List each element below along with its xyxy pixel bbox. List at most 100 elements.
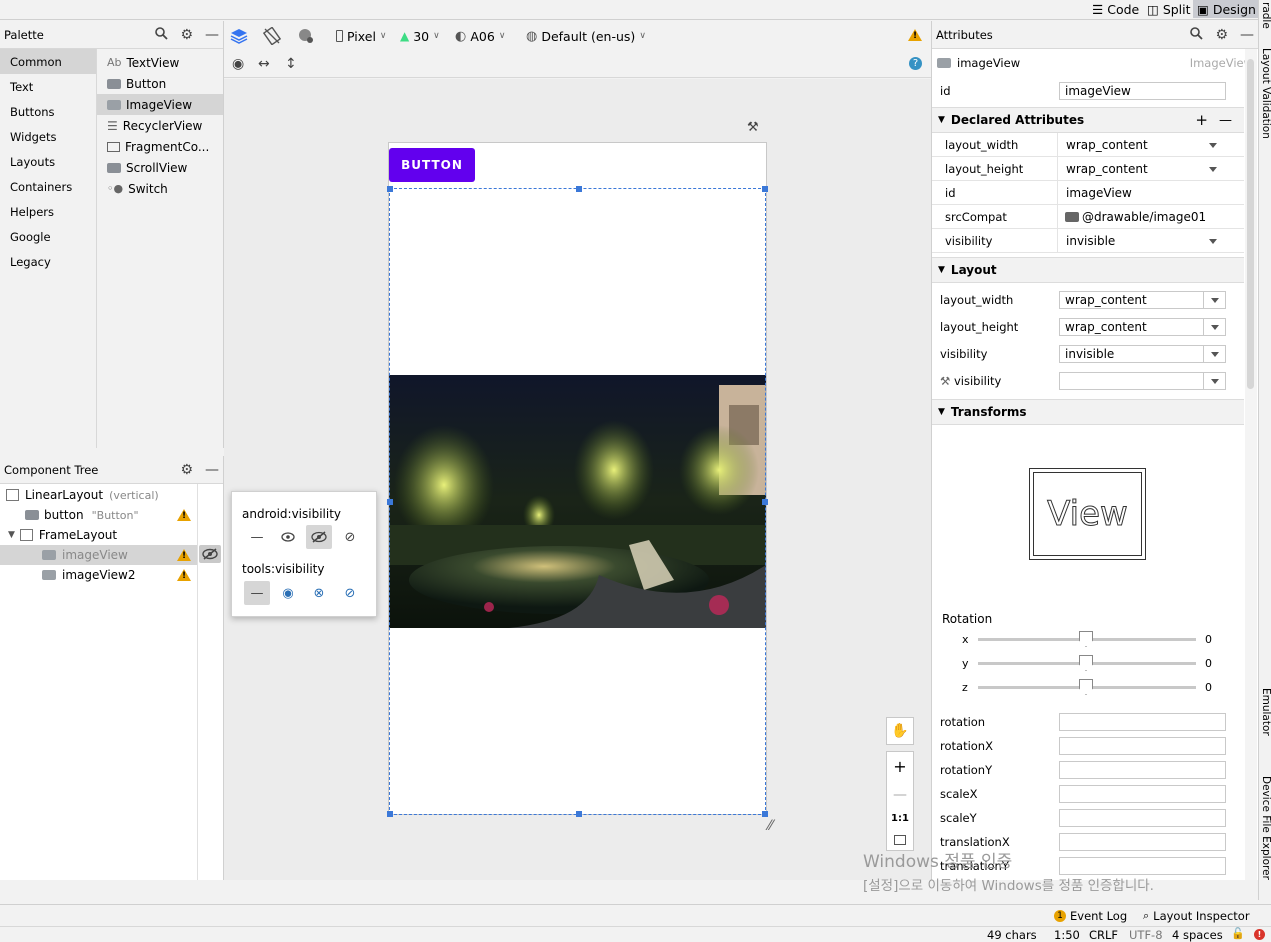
design-canvas[interactable]: ⚒ BUTTON ⁄⁄ ✋ + — 1:1	[224, 79, 931, 880]
palette-item-button[interactable]: Button	[97, 73, 223, 94]
palette-item-recyclerview[interactable]: ☰ RecyclerView	[97, 115, 223, 136]
dropdown-icon[interactable]	[1203, 319, 1225, 335]
tools-visibility-gone-button[interactable]: ⊘	[337, 581, 363, 605]
gear-icon[interactable]: ⚙	[180, 27, 193, 43]
slider-thumb[interactable]	[1079, 655, 1093, 671]
tree-node-framelayout[interactable]: ▼ FrameLayout	[0, 525, 197, 545]
remove-icon[interactable]: —	[1219, 113, 1232, 128]
tools-visibility-none-button[interactable]: —	[244, 581, 270, 605]
expand-horizontal-icon[interactable]: ↔	[258, 55, 270, 73]
device-file-explorer-tab[interactable]: Device File Explorer	[1260, 776, 1271, 880]
resize-handle[interactable]	[762, 499, 768, 505]
zoom-in-icon[interactable]: +	[893, 757, 906, 776]
search-icon[interactable]	[1190, 26, 1204, 43]
visibility-gone-button[interactable]: ⊘	[337, 525, 363, 549]
palette-item-textview[interactable]: Ab TextView	[97, 52, 223, 73]
api-level-selector[interactable]: ▲ 30 ∨	[400, 27, 440, 45]
resize-handle[interactable]	[576, 811, 582, 817]
transforms-section-header[interactable]: ▼ Transforms	[932, 399, 1244, 425]
slider-thumb[interactable]	[1079, 679, 1093, 695]
palette-category-widgets[interactable]: Widgets	[0, 124, 96, 149]
palette-category-buttons[interactable]: Buttons	[0, 99, 96, 124]
layers-icon[interactable]	[230, 27, 248, 45]
palette-item-switch[interactable]: ◦● Switch	[97, 178, 223, 199]
preview-button[interactable]: BUTTON	[389, 148, 475, 182]
emulator-tab[interactable]: Emulator	[1260, 688, 1271, 736]
tools-visibility-invisible-button[interactable]: ⊗	[306, 581, 332, 605]
file-encoding[interactable]: UTF-8	[1129, 928, 1163, 942]
line-ending[interactable]: CRLF	[1089, 928, 1118, 942]
palette-item-imageview[interactable]: ImageView	[97, 94, 223, 115]
attr-value[interactable]: wrap_content	[1066, 162, 1148, 176]
event-log-button[interactable]: 1 Event Log	[1054, 909, 1127, 923]
visibility-none-button[interactable]: —	[244, 525, 270, 549]
declared-row[interactable]: layout_width wrap_content	[932, 133, 1244, 157]
declared-attributes-header[interactable]: ▼ Declared Attributes + —	[932, 107, 1244, 133]
palette-category-text[interactable]: Text	[0, 74, 96, 99]
palette-category-legacy[interactable]: Legacy	[0, 249, 96, 274]
tree-node-linearlayout[interactable]: LinearLayout (vertical)	[0, 485, 197, 505]
resize-handle[interactable]	[762, 186, 768, 192]
declared-row[interactable]: layout_height wrap_content	[932, 157, 1244, 181]
palette-category-containers[interactable]: Containers	[0, 174, 96, 199]
tree-node-imageview2[interactable]: imageView2	[0, 565, 197, 585]
attr-value[interactable]: @drawable/image01	[1082, 210, 1206, 224]
caret-position[interactable]: 1:50	[1054, 928, 1080, 942]
tools-visibility-field[interactable]	[1059, 372, 1226, 390]
attr-value[interactable]: imageView	[1066, 186, 1132, 200]
device-selector[interactable]: Pixel ∨	[336, 27, 387, 45]
palette-category-common[interactable]: Common	[0, 49, 96, 74]
attributes-scrollbar[interactable]	[1245, 49, 1257, 880]
fit-screen-icon[interactable]	[894, 834, 906, 845]
rotation-field[interactable]	[1059, 713, 1226, 731]
minimize-icon[interactable]: —	[205, 27, 219, 43]
layout-inspector-button[interactable]: ⌕ Layout Inspector	[1143, 909, 1250, 923]
gear-icon[interactable]: ⚙	[1215, 27, 1228, 43]
locale-selector[interactable]: ◍ Default (en-us) ∨	[526, 27, 646, 45]
dropdown-icon[interactable]	[1202, 161, 1224, 177]
visibility-toggle-button[interactable]	[199, 545, 221, 563]
search-icon[interactable]	[155, 26, 169, 43]
expand-vertical-icon[interactable]: ↕	[285, 55, 297, 73]
tree-node-button[interactable]: button "Button"	[0, 505, 197, 525]
lock-icon[interactable]: 🔓	[1231, 927, 1245, 940]
minimize-icon[interactable]: —	[1240, 27, 1254, 43]
layout-section-header[interactable]: ▼ Layout	[932, 257, 1244, 283]
error-icon[interactable]: !	[1254, 929, 1265, 940]
eye-icon[interactable]: ◉	[232, 55, 244, 73]
dropdown-icon[interactable]	[1203, 373, 1225, 389]
chevron-down-icon[interactable]: ▼	[8, 530, 15, 540]
theme-selector[interactable]: ◐ A06 ∨	[455, 27, 505, 45]
scalex-field[interactable]	[1059, 785, 1226, 803]
attr-value[interactable]: invisible	[1066, 234, 1115, 248]
declared-row[interactable]: id imageView	[932, 181, 1244, 205]
rotation-x-slider[interactable]	[978, 631, 1196, 647]
slider-thumb[interactable]	[1079, 631, 1093, 647]
id-field[interactable]: imageView	[1059, 82, 1226, 100]
gear-icon[interactable]: ⚙	[180, 462, 193, 478]
minimize-icon[interactable]: —	[205, 462, 219, 478]
visibility-visible-button[interactable]	[275, 525, 301, 549]
gradle-tab[interactable]: radle	[1260, 2, 1271, 29]
split-mode-button[interactable]: ◫ Split	[1143, 0, 1195, 18]
zoom-reset-button[interactable]: 1:1	[891, 813, 909, 824]
layout-height-field[interactable]: wrap_content	[1059, 318, 1226, 336]
visibility-invisible-button[interactable]	[306, 525, 332, 549]
design-mode-button[interactable]: ▣ Design	[1193, 0, 1260, 18]
scaley-field[interactable]	[1059, 809, 1226, 827]
code-mode-button[interactable]: ☰ Code	[1088, 0, 1143, 18]
warning-icon[interactable]	[177, 509, 191, 521]
resize-corner-icon[interactable]: ⁄⁄	[768, 818, 773, 834]
resize-handle[interactable]	[387, 186, 393, 192]
palette-category-helpers[interactable]: Helpers	[0, 199, 96, 224]
rotationy-field[interactable]	[1059, 761, 1226, 779]
palette-item-fragment[interactable]: FragmentCo...	[97, 136, 223, 157]
rotation-y-slider[interactable]	[978, 655, 1196, 671]
resize-handle[interactable]	[387, 499, 393, 505]
resize-handle[interactable]	[576, 186, 582, 192]
scrollbar-thumb[interactable]	[1247, 59, 1254, 389]
dropdown-icon[interactable]	[1203, 292, 1225, 308]
warning-icon[interactable]	[177, 549, 191, 561]
tree-node-imageview[interactable]: imageView	[0, 545, 197, 565]
palette-item-scrollview[interactable]: ScrollView	[97, 157, 223, 178]
